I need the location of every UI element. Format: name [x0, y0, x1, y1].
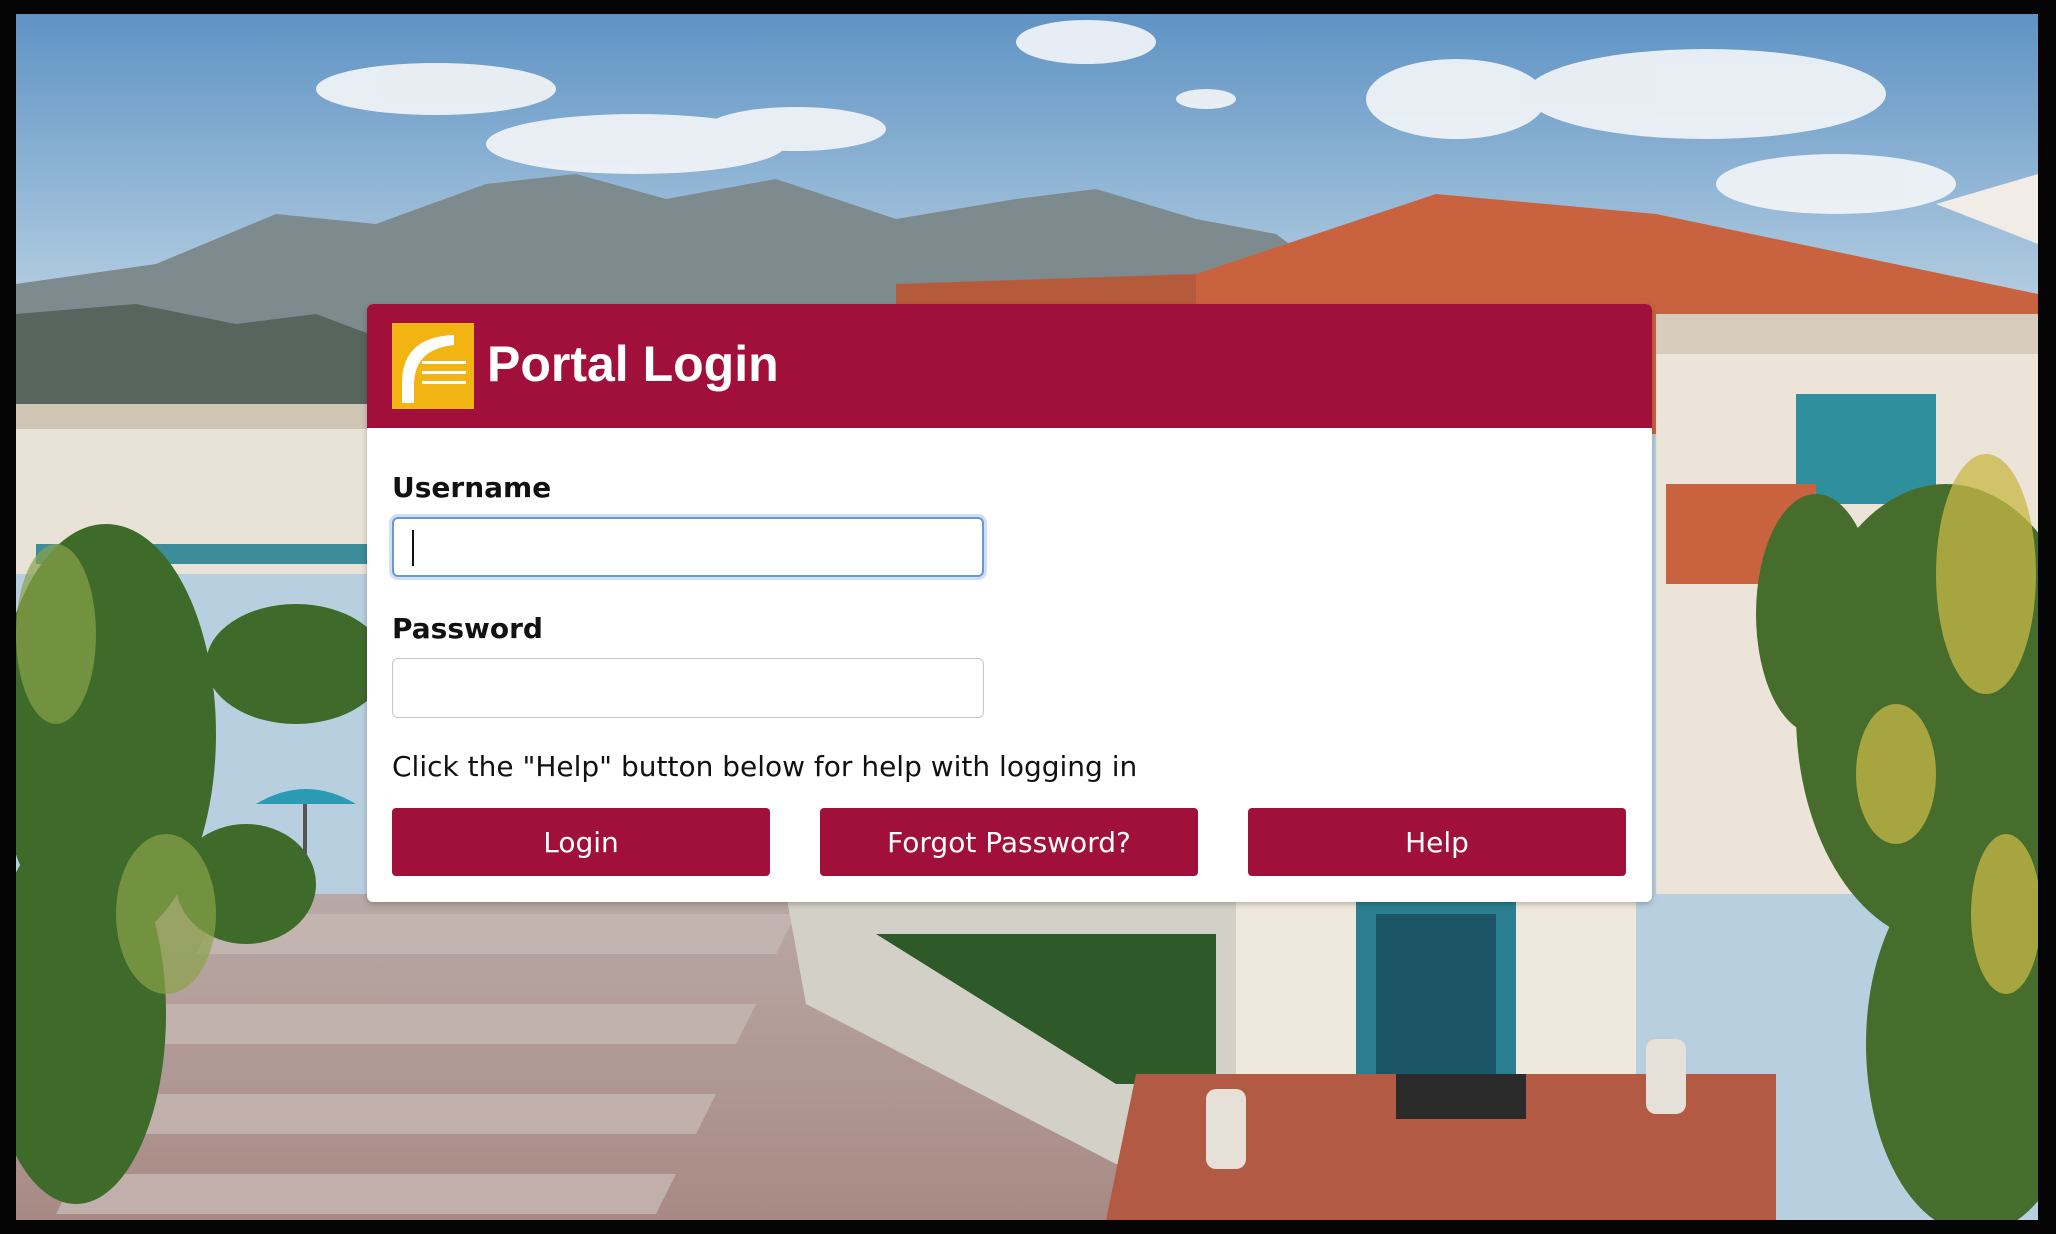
window-frame: Portal Login Username Password Click the…	[0, 0, 2056, 1234]
login-header: Portal Login	[367, 304, 1652, 428]
username-label: Username	[392, 471, 552, 504]
login-card: Portal Login Username Password Click the…	[367, 304, 1652, 902]
password-input[interactable]	[392, 658, 984, 718]
forgot-password-button[interactable]: Forgot Password?	[820, 808, 1198, 876]
page-title: Portal Login	[487, 336, 779, 392]
help-button[interactable]: Help	[1248, 808, 1626, 876]
text-cursor	[412, 530, 414, 566]
username-input[interactable]	[392, 517, 984, 577]
login-button[interactable]: Login	[392, 808, 770, 876]
password-label: Password	[392, 612, 543, 645]
glendale-college-logo-icon	[392, 323, 474, 409]
help-instructions: Click the "Help" button below for help w…	[392, 750, 1138, 783]
